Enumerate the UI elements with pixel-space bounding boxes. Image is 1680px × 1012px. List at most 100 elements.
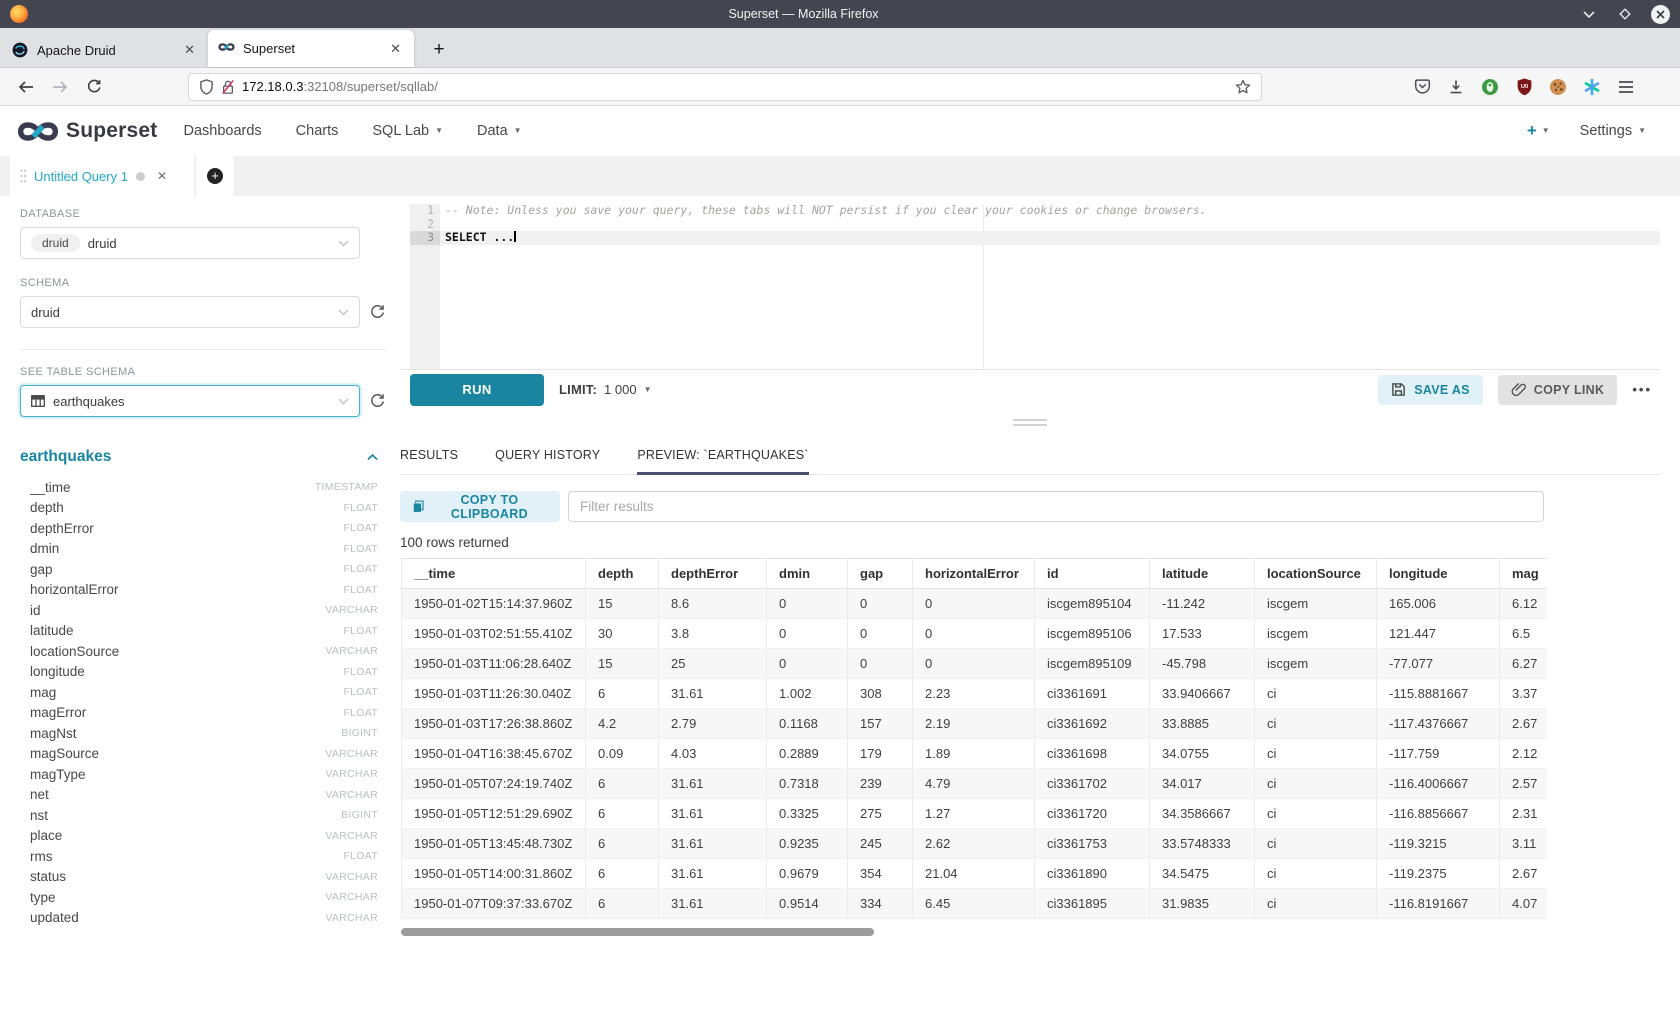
schema-column-rms[interactable]: rmsFLOAT (20, 846, 386, 867)
query-tab-close-icon[interactable]: ✕ (157, 169, 167, 183)
schema-column-magNst[interactable]: magNstBIGINT (20, 723, 386, 744)
add-query-tab-button[interactable]: + (196, 156, 234, 196)
results-column-header-depthError[interactable]: depthError (659, 559, 767, 589)
pocket-icon[interactable] (1412, 77, 1432, 97)
schema-column-magSource[interactable]: magSourceVARCHAR (20, 744, 386, 765)
ublock-shield-icon[interactable]: U0 (1514, 77, 1534, 97)
drag-grip-icon[interactable] (20, 169, 26, 183)
results-column-header-latitude[interactable]: latitude (1150, 559, 1255, 589)
scrollbar-thumb[interactable] (401, 928, 874, 936)
extension-green-icon[interactable] (1480, 77, 1500, 97)
editor-line: 2 (410, 218, 1660, 232)
back-icon[interactable] (12, 74, 40, 100)
collapse-chevron-up-icon[interactable] (367, 454, 378, 461)
tab-results[interactable]: RESULTS (400, 435, 458, 474)
bookmark-star-icon[interactable] (1235, 79, 1251, 95)
copy-link-button[interactable]: COPY LINK (1498, 375, 1618, 405)
schema-column-gap[interactable]: gapFLOAT (20, 559, 386, 580)
schema-column-depthError[interactable]: depthErrorFLOAT (20, 518, 386, 539)
schema-column-id[interactable]: idVARCHAR (20, 600, 386, 621)
add-new-menu-button[interactable]: +▼ (1527, 121, 1550, 141)
results-column-header-dmin[interactable]: dmin (767, 559, 848, 589)
address-bar[interactable]: 172.18.0.3:32108/superset/sqllab/ (188, 73, 1262, 101)
schema-column-mag[interactable]: magFLOAT (20, 682, 386, 703)
lock-disabled-icon[interactable] (221, 79, 235, 95)
schema-column-status[interactable]: statusVARCHAR (20, 867, 386, 888)
database-select[interactable]: druid druid (20, 227, 360, 259)
schema-column-net[interactable]: netVARCHAR (20, 785, 386, 806)
results-table-container[interactable]: __timedepthdepthErrordmingaphorizontalEr… (401, 558, 1547, 919)
window-maximize-icon[interactable] (1615, 4, 1635, 24)
results-column-header-horizontalError[interactable]: horizontalError (913, 559, 1035, 589)
nav-item-sql-lab[interactable]: SQL Lab▼ (372, 123, 443, 139)
schema-column-magError[interactable]: magErrorFLOAT (20, 703, 386, 724)
schema-column-place[interactable]: placeVARCHAR (20, 826, 386, 847)
schema-column-dmin[interactable]: dminFLOAT (20, 539, 386, 560)
forward-icon[interactable] (46, 74, 74, 100)
download-icon[interactable] (1446, 77, 1466, 97)
schema-column-type[interactable]: typeVARCHAR (20, 887, 386, 908)
copy-to-clipboard-button[interactable]: COPY TO CLIPBOARD (400, 491, 560, 522)
table-cell: 33.5748333 (1150, 829, 1255, 859)
table-cell: 1950-01-05T13:45:48.730Z (402, 829, 586, 859)
table-schema-card-header[interactable]: earthquakes (20, 448, 386, 466)
results-column-header-__time[interactable]: __time (402, 559, 586, 589)
filter-results-input[interactable] (568, 491, 1544, 522)
results-column-header-gap[interactable]: gap (848, 559, 913, 589)
refresh-schemas-icon[interactable] (369, 304, 386, 321)
schema-column-updated[interactable]: updatedVARCHAR (20, 908, 386, 929)
tab-preview-earthquakes[interactable]: PREVIEW: `EARTHQUAKES` (637, 435, 808, 474)
window-minimize-icon[interactable] (1579, 4, 1599, 24)
schema-select[interactable]: druid (20, 296, 360, 328)
schema-column-nst[interactable]: nstBIGINT (20, 805, 386, 826)
table-cell: 1.002 (767, 679, 848, 709)
tab-close-icon[interactable]: ✕ (387, 41, 404, 57)
nav-item-dashboards[interactable]: Dashboards (183, 123, 261, 139)
schema-column-horizontalError[interactable]: horizontalErrorFLOAT (20, 580, 386, 601)
schema-column-__time[interactable]: __timeTIMESTAMP (20, 477, 386, 498)
cookie-icon[interactable] (1548, 77, 1568, 97)
table-cell: 1950-01-02T15:14:37.960Z (402, 589, 586, 619)
results-column-header-mag[interactable]: mag (1500, 559, 1548, 589)
results-column-header-locationSource[interactable]: locationSource (1255, 559, 1377, 589)
hamburger-menu-icon[interactable] (1616, 77, 1636, 97)
nav-item-charts[interactable]: Charts (296, 123, 339, 139)
query-tab-untitled-query-1[interactable]: Untitled Query 1 ✕ (10, 156, 194, 196)
browser-tab-superset[interactable]: Superset ✕ (208, 30, 414, 67)
column-type: FLOAT (343, 563, 378, 575)
schema-column-longitude[interactable]: longitudeFLOAT (20, 662, 386, 683)
reload-icon[interactable] (80, 74, 108, 100)
browser-tab-apache-druid[interactable]: Apache Druid ✕ (2, 33, 208, 67)
table-select[interactable]: earthquakes (20, 385, 360, 417)
window-close-icon[interactable] (1651, 5, 1670, 24)
horizontal-scrollbar[interactable] (400, 928, 1546, 936)
drag-handle-icon[interactable] (1013, 419, 1047, 426)
nav-item-data[interactable]: Data▼ (477, 123, 522, 139)
limit-dropdown[interactable]: LIMIT: 1 000 ▼ (559, 382, 652, 397)
shield-icon[interactable] (199, 79, 214, 95)
table-cell: ci3361691 (1035, 679, 1150, 709)
results-column-header-longitude[interactable]: longitude (1377, 559, 1500, 589)
column-type: FLOAT (343, 584, 378, 596)
tab-close-icon[interactable]: ✕ (181, 42, 198, 58)
window-title: Superset — Mozilla Firefox (28, 7, 1579, 21)
results-column-header-id[interactable]: id (1035, 559, 1150, 589)
new-browser-tab-button[interactable]: + (424, 35, 454, 65)
sql-editor[interactable]: 1 -- Note: Unless you save your query, t… (410, 204, 1660, 369)
settings-menu-button[interactable]: Settings▼ (1580, 123, 1646, 139)
superset-logo[interactable]: Superset (16, 118, 157, 145)
schema-column-depth[interactable]: depthFLOAT (20, 498, 386, 519)
save-as-button[interactable]: SAVE AS (1378, 375, 1483, 405)
schema-column-locationSource[interactable]: locationSourceVARCHAR (20, 641, 386, 662)
pane-splitter[interactable] (400, 409, 1660, 435)
run-button[interactable]: RUN (410, 374, 544, 406)
results-column-header-depth[interactable]: depth (586, 559, 659, 589)
refresh-tables-icon[interactable] (369, 393, 386, 410)
column-type: VARCHAR (325, 891, 378, 903)
containers-asterisk-icon[interactable] (1582, 77, 1602, 97)
tab-query-history[interactable]: QUERY HISTORY (495, 435, 600, 474)
more-options-icon[interactable]: ••• (1632, 382, 1652, 397)
firefox-logo-icon (10, 5, 28, 23)
schema-column-magType[interactable]: magTypeVARCHAR (20, 764, 386, 785)
schema-column-latitude[interactable]: latitudeFLOAT (20, 621, 386, 642)
